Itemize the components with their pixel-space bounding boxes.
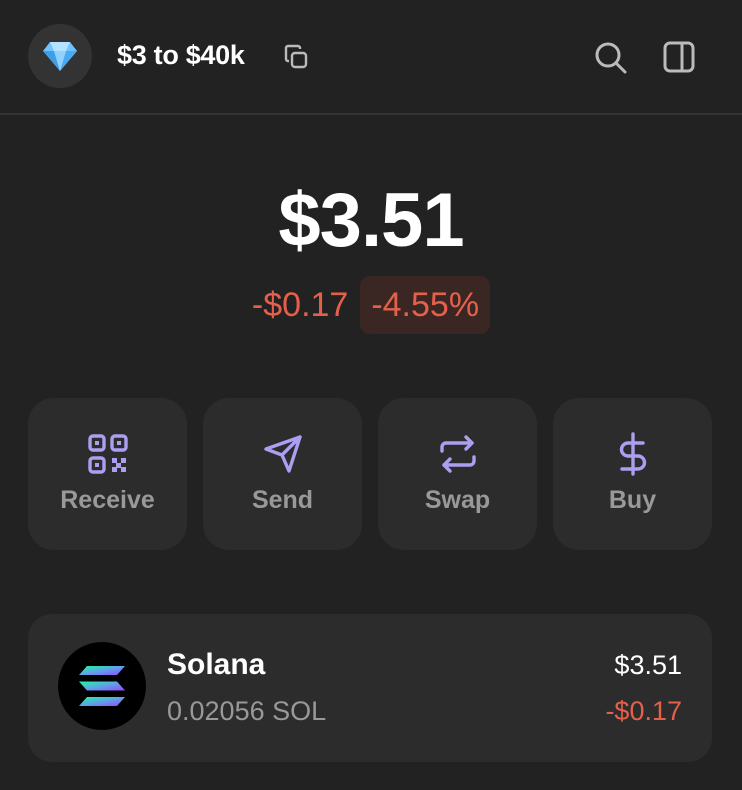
swap-button[interactable]: Swap	[378, 398, 537, 550]
balance-change-value: -$0.17	[251, 285, 349, 324]
header: $3 to $40k	[0, 0, 742, 115]
diamond-icon	[43, 42, 77, 71]
action-buttons: Receive Send Swap Buy	[28, 398, 714, 550]
buy-button[interactable]: Buy	[553, 398, 712, 550]
token-change: -$0.17	[605, 696, 682, 726]
receive-button[interactable]: Receive	[28, 398, 187, 550]
receive-label: Receive	[60, 486, 155, 514]
token-amount: 0.02056 SOL	[167, 696, 327, 726]
token-name: Solana	[167, 648, 266, 681]
balance-change-row: -$0.17 -4.55%	[0, 276, 742, 334]
send-label: Send	[251, 486, 314, 514]
search-icon[interactable]	[592, 39, 628, 75]
token-logo	[58, 642, 146, 730]
send-button[interactable]: Send	[203, 398, 362, 550]
token-value: $3.51	[614, 650, 682, 680]
balance-change-percent-badge: -4.55%	[360, 276, 491, 334]
swap-icon	[440, 435, 476, 473]
account-name[interactable]: $3 to $40k	[117, 40, 245, 71]
send-icon	[264, 435, 302, 473]
qr-code-icon	[88, 434, 128, 474]
swap-label: Swap	[424, 486, 491, 514]
buy-label: Buy	[608, 486, 657, 514]
account-avatar[interactable]	[28, 24, 92, 88]
dollar-icon	[619, 432, 647, 476]
copy-icon[interactable]	[282, 43, 310, 71]
token-row-solana[interactable]: Solana 0.02056 SOL $3.51 -$0.17	[28, 614, 712, 762]
total-balance: $3.51	[278, 178, 464, 263]
solana-logo-icon	[79, 666, 125, 706]
side-panel-icon[interactable]	[661, 39, 697, 75]
